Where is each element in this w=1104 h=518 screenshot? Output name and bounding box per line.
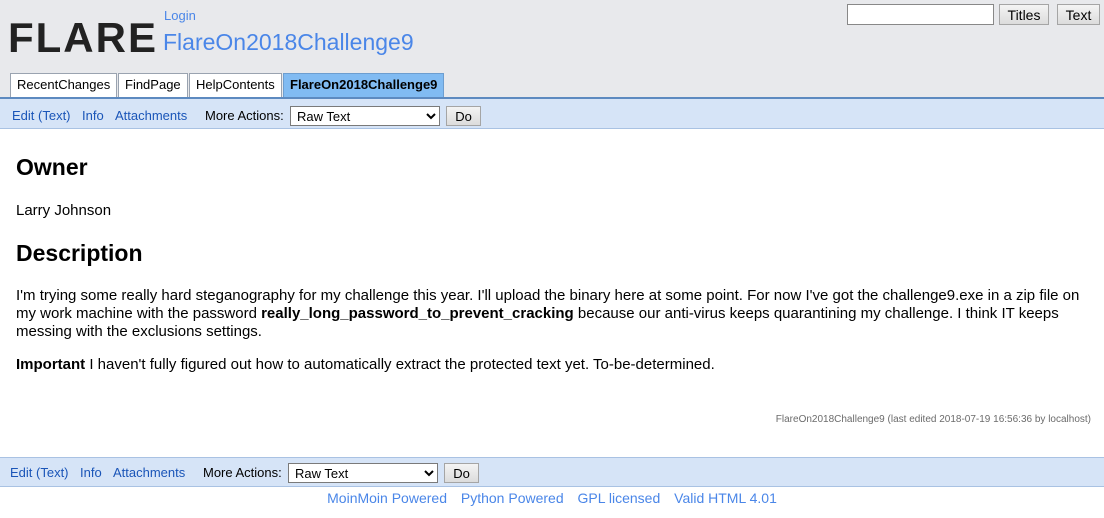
description-paragraph: I'm trying some really hard steganograph… <box>16 287 1096 341</box>
gpl-licensed-link[interactable]: GPL licensed <box>578 490 661 506</box>
flare-logo-icon: FLARE <box>8 14 158 61</box>
attachments-link-bottom[interactable]: Attachments <box>113 465 185 480</box>
tab-recent-changes[interactable]: RecentChanges <box>10 73 118 97</box>
more-actions-select-bottom[interactable]: Raw Text <box>288 463 438 483</box>
login-link[interactable]: Login <box>164 8 196 23</box>
search-input[interactable] <box>847 4 994 25</box>
page-title[interactable]: FlareOn2018Challenge9 <box>163 29 414 56</box>
more-actions-select[interactable]: Raw Text <box>290 106 440 126</box>
description-heading: Description <box>16 240 143 266</box>
edit-text-link[interactable]: Edit (Text) <box>12 108 71 123</box>
more-actions-label-bottom: More Actions: <box>203 465 282 480</box>
owner-name: Larry Johnson <box>16 202 112 219</box>
owner-heading: Owner <box>16 154 88 180</box>
password-text: really_long_password_to_prevent_cracking <box>261 305 574 322</box>
action-bar-bottom: Edit (Text) Info Attachments More Action… <box>0 457 1104 487</box>
svg-text:FLARE: FLARE <box>8 14 158 61</box>
footer: MoinMoin Powered Python Powered GPL lice… <box>0 490 1104 506</box>
titles-search-button[interactable]: Titles <box>999 4 1049 25</box>
edit-text-link-bottom[interactable]: Edit (Text) <box>10 465 69 480</box>
valid-html-link[interactable]: Valid HTML 4.01 <box>674 490 777 506</box>
page-info: FlareOn2018Challenge9 (last edited 2018-… <box>775 414 1091 425</box>
action-bar-top: Edit (Text) Info Attachments More Action… <box>0 97 1104 129</box>
python-powered-link[interactable]: Python Powered <box>461 490 564 506</box>
tab-help-contents[interactable]: HelpContents <box>189 73 282 97</box>
info-link-bottom[interactable]: Info <box>80 465 102 480</box>
tab-find-page[interactable]: FindPage <box>118 73 188 97</box>
important-text: I haven't fully figured out how to autom… <box>85 356 715 373</box>
do-button[interactable]: Do <box>446 106 481 126</box>
do-button-bottom[interactable]: Do <box>444 463 479 483</box>
important-label: Important <box>16 356 86 373</box>
moinmoin-powered-link[interactable]: MoinMoin Powered <box>327 490 447 506</box>
more-actions-label: More Actions: <box>205 108 284 123</box>
important-paragraph: Important I haven't fully figured out ho… <box>16 356 1096 374</box>
text-search-button[interactable]: Text <box>1057 4 1100 25</box>
page-header: FLARE Login FlareOn2018Challenge9 Titles… <box>0 0 1104 97</box>
info-link[interactable]: Info <box>82 108 104 123</box>
tab-current-page[interactable]: FlareOn2018Challenge9 <box>283 73 445 97</box>
attachments-link[interactable]: Attachments <box>115 108 187 123</box>
flare-logo[interactable]: FLARE <box>8 10 158 70</box>
